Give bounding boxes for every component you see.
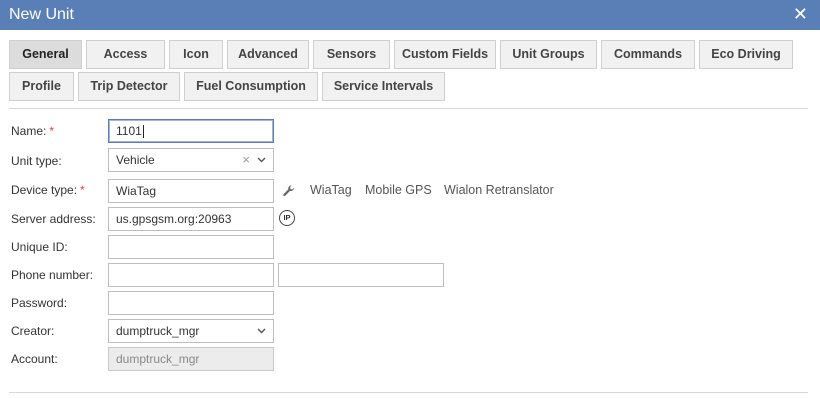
wrench-icon[interactable] xyxy=(282,184,296,198)
tab-advanced[interactable]: Advanced xyxy=(227,40,309,69)
account-field: dumptruck_mgr xyxy=(108,347,274,371)
password-label: Password: xyxy=(11,296,68,310)
tab-commands[interactable]: Commands xyxy=(601,40,695,69)
server-address-field[interactable]: us.gpsgsm.org:20963 xyxy=(108,207,274,231)
account-label: Account: xyxy=(11,352,58,366)
unit-type-label: Unit type: xyxy=(11,154,62,168)
name-label: Name: * xyxy=(11,124,55,138)
tab-service-intervals[interactable]: Service Intervals xyxy=(322,72,445,101)
password-input[interactable] xyxy=(108,291,274,315)
device-type-input[interactable]: WiaTag xyxy=(108,179,274,203)
device-option-mobile-gps[interactable]: Mobile GPS xyxy=(365,183,432,197)
unit-type-select[interactable]: Vehicle × xyxy=(108,148,274,172)
tab-trip-detector[interactable]: Trip Detector xyxy=(78,72,180,101)
unique-id-label: Unique ID: xyxy=(11,240,68,254)
title-bar: New Unit ✕ xyxy=(0,0,820,30)
tab-profile[interactable]: Profile xyxy=(9,72,74,101)
window-title: New Unit xyxy=(9,6,74,23)
phone-number-2-input[interactable] xyxy=(278,263,444,287)
tabs-divider xyxy=(9,108,808,109)
tab-sensors[interactable]: Sensors xyxy=(313,40,390,69)
tab-fuel-consumption[interactable]: Fuel Consumption xyxy=(184,72,318,101)
device-option-wiatag[interactable]: WiaTag xyxy=(310,183,352,197)
tab-general[interactable]: General xyxy=(9,40,82,69)
creator-select[interactable]: dumptruck_mgr xyxy=(108,319,274,343)
phone-number-input[interactable] xyxy=(108,263,274,287)
unique-id-input[interactable] xyxy=(108,235,274,259)
text-cursor xyxy=(142,125,144,139)
tab-eco-driving[interactable]: Eco Driving xyxy=(699,40,793,69)
tab-unit-groups[interactable]: Unit Groups xyxy=(500,40,597,69)
phone-number-label: Phone number: xyxy=(11,268,94,282)
required-marker: * xyxy=(49,124,55,138)
creator-label: Creator: xyxy=(11,324,55,338)
name-input[interactable]: 1101 xyxy=(108,119,274,143)
device-type-label: Device type: * xyxy=(11,183,85,197)
tab-custom-fields[interactable]: Custom Fields xyxy=(394,40,496,69)
clear-icon[interactable]: × xyxy=(242,149,250,171)
chevron-down-icon[interactable] xyxy=(257,149,267,171)
device-option-wialon-retranslator[interactable]: Wialon Retranslator xyxy=(444,183,554,197)
server-address-label: Server address: xyxy=(11,212,96,226)
chevron-down-icon[interactable] xyxy=(257,320,267,342)
tab-access[interactable]: Access xyxy=(86,40,165,69)
ip-icon[interactable]: IP xyxy=(279,210,295,226)
tab-icon[interactable]: Icon xyxy=(169,40,223,69)
bottom-divider xyxy=(9,392,808,393)
required-marker: * xyxy=(80,183,85,197)
close-icon[interactable]: ✕ xyxy=(793,4,808,24)
